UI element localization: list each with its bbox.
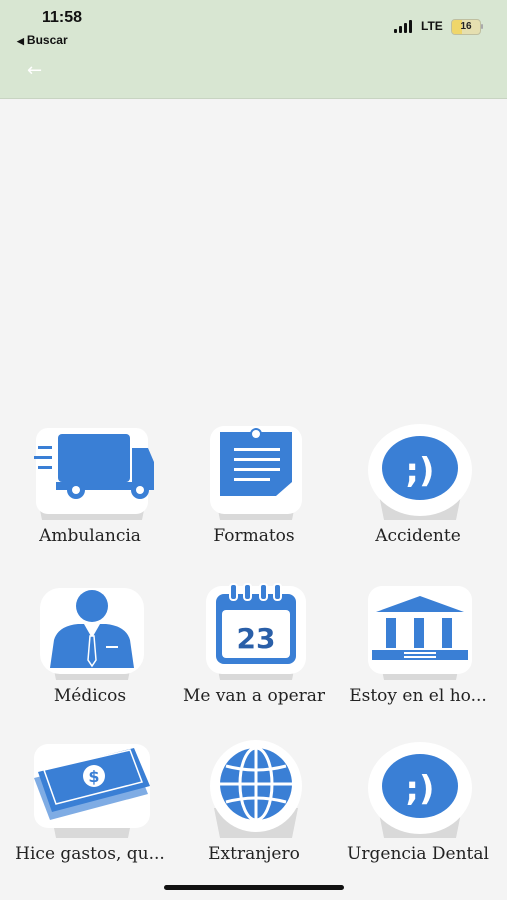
menu-item-hice-gastos[interactable]: $ Hice gastos, qu...: [10, 738, 170, 888]
menu-item-estoy-en-el-hospital[interactable]: Estoy en el ho...: [338, 580, 498, 730]
svg-text:$: $: [88, 767, 99, 786]
back-app-label: Buscar: [26, 33, 68, 47]
doctor-icon: [40, 588, 144, 680]
battery-level: 16: [460, 21, 472, 32]
signal-icon: [394, 20, 416, 33]
menu-item-label: Ambulancia: [39, 526, 141, 546]
menu-item-label: Médicos: [53, 686, 127, 706]
calendar-icon: 23: [206, 583, 306, 680]
menu-item-label: Formatos: [213, 526, 295, 546]
menu-item-formatos[interactable]: Formatos: [174, 420, 334, 570]
money-icon: $: [34, 744, 150, 838]
wink-icon: ;): [368, 424, 472, 520]
arrow-left-icon[interactable]: ←: [27, 60, 42, 81]
status-time: 11:58: [42, 9, 83, 26]
menu-item-urgencia-dental[interactable]: ;) Urgencia Dental: [338, 738, 498, 888]
calendar-day: 23: [237, 622, 276, 655]
back-to-app-link[interactable]: ◀ Buscar: [17, 33, 68, 47]
menu-item-accidente[interactable]: ;) Accidente: [338, 420, 498, 570]
truck-icon: [34, 428, 154, 520]
menu-item-extranjero[interactable]: Extranjero: [174, 738, 334, 888]
menu-item-ambulancia[interactable]: Ambulancia: [10, 420, 170, 570]
menu-item-medicos[interactable]: Médicos: [10, 580, 170, 730]
wink-icon: ;): [368, 742, 472, 838]
menu-item-label: Accidente: [375, 526, 461, 546]
note-icon: [210, 426, 302, 520]
svg-text:;): ;): [405, 769, 434, 809]
menu-item-label: Extranjero: [208, 844, 300, 864]
svg-text:;): ;): [405, 451, 434, 491]
menu-item-label: Me van a operar: [182, 686, 326, 706]
menu-item-me-van-a-operar[interactable]: 23 Me van a operar: [174, 580, 334, 730]
menu-item-label: Hice gastos, qu...: [15, 844, 165, 864]
back-triangle-icon: ◀: [17, 36, 24, 46]
globe-icon: [210, 740, 302, 838]
home-indicator[interactable]: [164, 885, 344, 890]
battery-icon: 16: [451, 19, 481, 35]
menu-item-label: Estoy en el ho...: [349, 686, 487, 706]
menu-item-label: Urgencia Dental: [347, 844, 489, 864]
building-icon: [368, 586, 472, 680]
network-label: LTE: [421, 19, 443, 33]
top-bar: 11:58 ◀ Buscar LTE 16 ←: [0, 0, 507, 99]
